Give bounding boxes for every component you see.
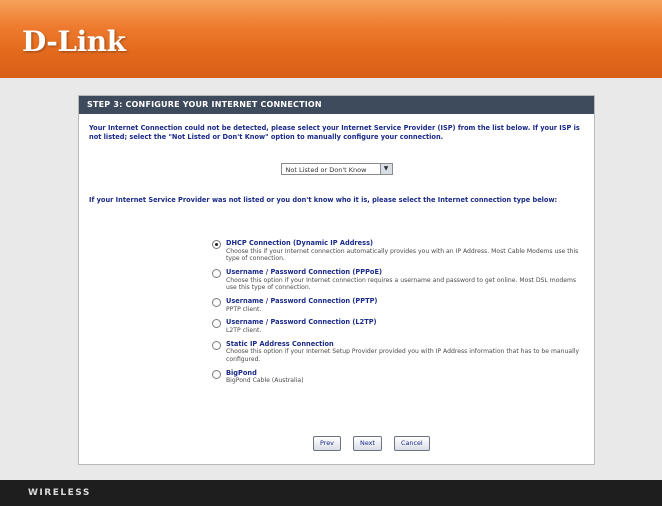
dlink-logo: D-Link [22,25,126,58]
option-pppoe[interactable]: Username / Password Connection (PPPoE) C… [212,268,582,292]
isp-select[interactable]: Not Listed or Don't Know ▼ [280,163,393,176]
connection-type-text: If your Internet Service Provider was no… [89,196,558,205]
setup-panel: STEP 3: CONFIGURE YOUR INTERNET CONNECTI… [78,95,595,465]
option-static-ip[interactable]: Static IP Address Connection Choose this… [212,340,582,364]
isp-select-row: Not Listed or Don't Know ▼ [89,157,584,176]
next-button[interactable]: Next [353,436,382,451]
option-desc: L2TP client. [226,326,262,334]
radio-dhcp[interactable] [212,240,221,249]
option-desc: Choose this option if your Internet Setu… [226,348,580,364]
radio-l2tp[interactable] [212,319,221,329]
option-title: Static IP Address Connection [226,339,334,348]
option-bigpond[interactable]: BigPond BigPond Cable (Australia) [212,369,582,385]
wizard-buttons: Prev Next Cancel [313,430,437,451]
option-desc: BigPond Cable (Australia) [226,377,304,385]
footer-bar: WIRELESS [0,480,662,506]
footer-wireless-label: WIRELESS [28,488,91,498]
prev-button[interactable]: Prev [313,436,341,451]
option-title: BigPond [226,368,257,377]
option-title: Username / Password Connection (PPPoE) [226,268,382,277]
option-l2tp[interactable]: Username / Password Connection (L2TP) L2… [212,318,582,334]
option-title: Username / Password Connection (PPTP) [226,297,378,306]
intro-text: Your Internet Connection could not be de… [89,124,580,141]
radio-pppoe[interactable] [212,269,221,279]
option-title: Username / Password Connection (L2TP) [226,318,377,327]
option-desc: PPTP client. [226,305,262,313]
panel-body: Your Internet Connection could not be de… [79,114,594,205]
radio-pptp[interactable] [212,298,221,308]
radio-static-ip[interactable] [212,340,221,350]
cancel-button[interactable]: Cancel [394,436,430,451]
radio-bigpond[interactable] [212,369,221,379]
header-banner: D-Link [0,0,662,78]
connection-options: DHCP Connection (Dynamic IP Address) Cho… [212,239,582,390]
option-dhcp[interactable]: DHCP Connection (Dynamic IP Address) Cho… [212,239,582,263]
option-title: DHCP Connection (Dynamic IP Address) [226,239,374,247]
option-pptp[interactable]: Username / Password Connection (PPTP) PP… [212,297,582,313]
panel-title: STEP 3: CONFIGURE YOUR INTERNET CONNECTI… [79,96,594,114]
option-desc: Choose this if your Internet connection … [226,247,579,263]
chevron-down-icon[interactable]: ▼ [379,164,392,175]
option-desc: Choose this option if your Internet conn… [226,276,577,292]
isp-select-value: Not Listed or Don't Know [285,166,367,175]
